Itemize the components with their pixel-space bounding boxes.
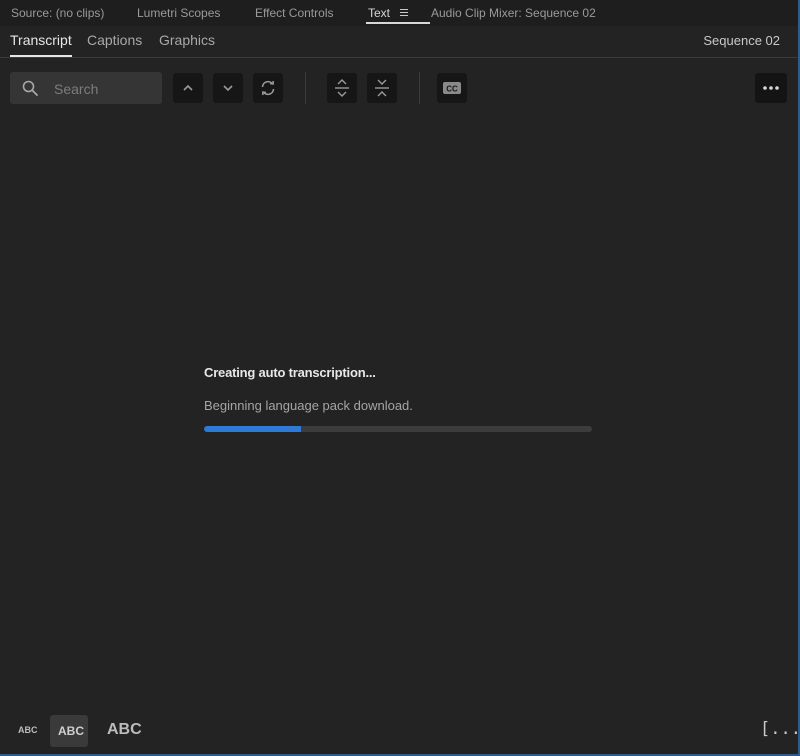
collapse-icon [375,79,389,97]
tab-effect-controls[interactable]: Effect Controls [255,0,333,26]
sequence-label: Sequence 02 [703,33,780,48]
transcription-status-message: Beginning language pack download. [204,398,413,413]
panel-menu-icon[interactable] [400,9,408,17]
tab-source[interactable]: Source: (no clips) [11,0,104,26]
refresh-icon [261,80,275,96]
tab-transcript[interactable]: Transcript [10,32,72,57]
transcription-progress-bar [204,426,592,432]
text-size-medium-label: ABC [58,724,84,738]
next-result-button[interactable] [213,73,243,103]
closed-captions-icon: CC [443,82,461,94]
refresh-button[interactable] [253,73,283,103]
tab-captions[interactable]: Captions [87,32,142,48]
search-input[interactable] [52,78,156,100]
tab-audio-clip-mixer[interactable]: Audio Clip Mixer: Sequence 02 [431,0,596,26]
sub-tab-bar: Transcript Captions Graphics Sequence 02 [0,26,798,58]
text-size-small-button[interactable]: ABC [18,725,38,735]
tab-lumetri-scopes[interactable]: Lumetri Scopes [137,0,220,26]
tab-transcript-label: Transcript [10,32,72,48]
expand-icon [335,79,349,97]
svg-text:CC: CC [446,85,458,94]
search-box[interactable] [10,72,162,104]
fit-to-panel-button[interactable]: [...] [760,719,800,739]
toolbar-divider [419,72,420,104]
previous-result-button[interactable] [173,73,203,103]
tab-graphics[interactable]: Graphics [159,32,215,48]
search-icon [22,80,38,96]
toolbar-divider [305,72,306,104]
active-tab-underline [366,22,431,24]
text-size-large-button[interactable]: ABC [107,721,142,739]
tab-text-label: Text [368,6,391,20]
panel-tab-bar: Source: (no clips) Lumetri Scopes Effect… [0,0,798,26]
create-captions-button[interactable]: CC [437,73,467,103]
chevron-up-icon [183,84,193,91]
more-icon [763,86,779,90]
chevron-down-icon [223,85,233,92]
progress-fill [204,426,301,432]
active-sub-tab-underline [10,55,72,57]
more-options-button[interactable] [755,73,787,103]
transcription-status-title: Creating auto transcription... [204,365,376,380]
expand-all-button[interactable] [327,73,357,103]
text-size-medium-button[interactable]: ABC [50,715,88,747]
tab-text[interactable]: Text [366,0,431,26]
text-panel: Source: (no clips) Lumetri Scopes Effect… [0,0,800,756]
collapse-all-button[interactable] [367,73,397,103]
